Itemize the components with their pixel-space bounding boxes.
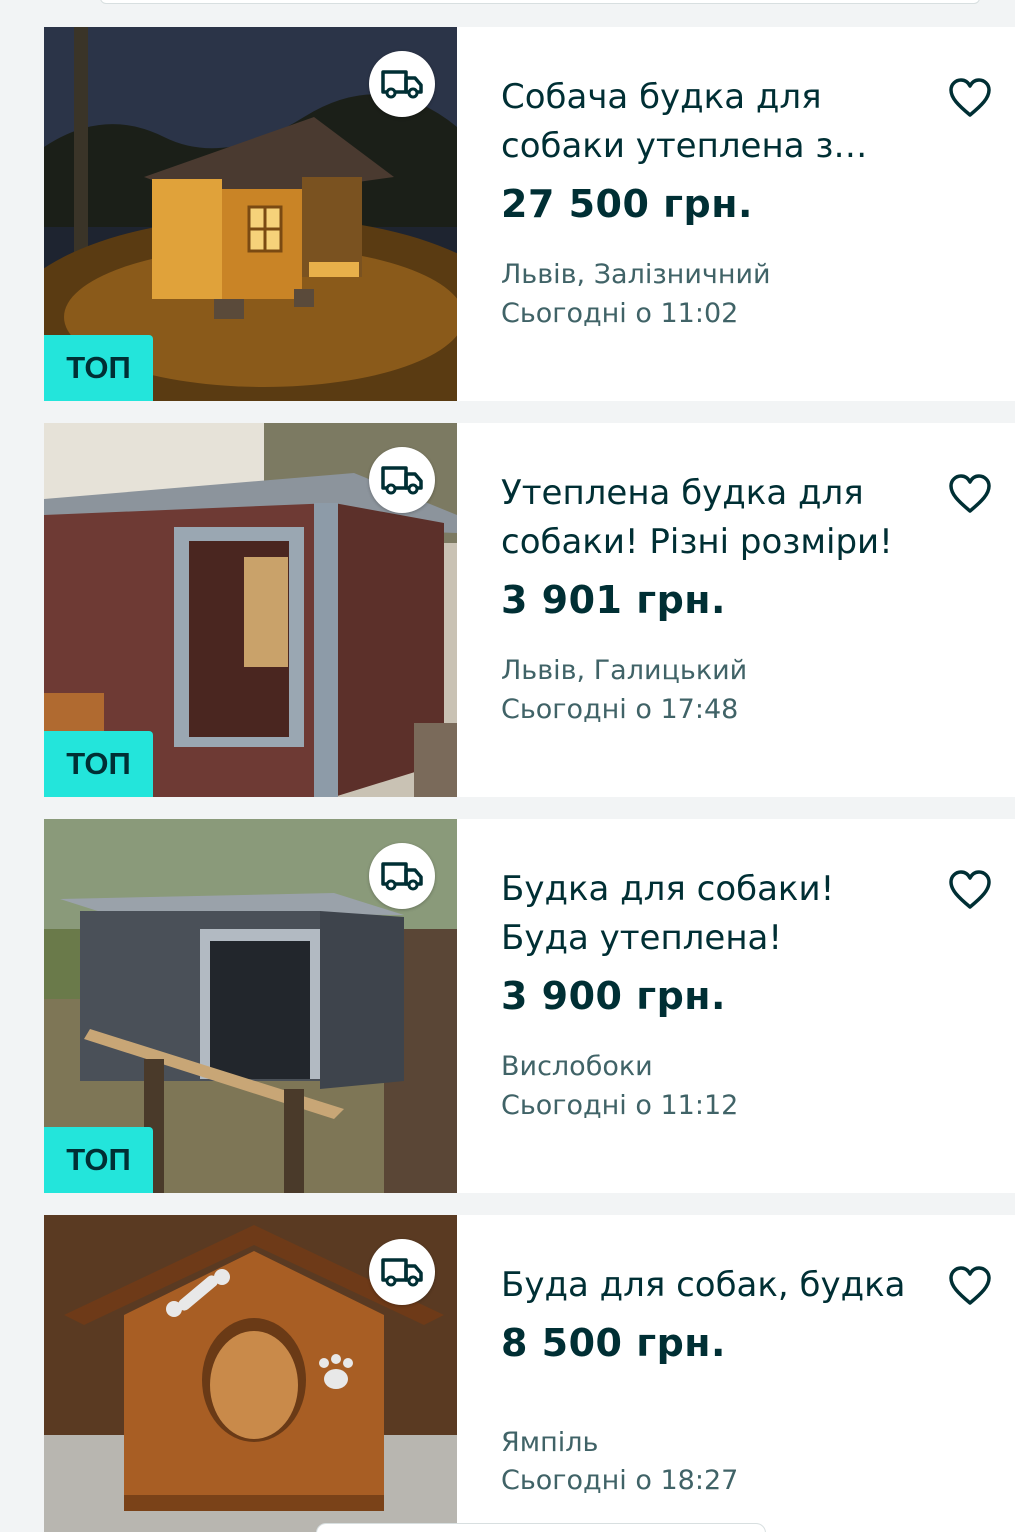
listing-location: Львів, Галицький [501, 655, 748, 686]
listing-date: Сьогодні о 11:02 [501, 298, 739, 329]
listing-card[interactable]: ТОП Утеплена будка для собаки! Різні роз… [44, 423, 1015, 797]
heart-icon[interactable] [948, 869, 992, 911]
truck-icon [381, 1258, 423, 1287]
listing-title[interactable]: Собача будка для собаки утеплена з… [501, 73, 931, 171]
delivery-badge [369, 447, 435, 513]
listing-price: 3 900 грн. [501, 974, 726, 1018]
listing-title[interactable]: Будка для собаки! Буда утеплена! [501, 865, 931, 963]
listing-title[interactable]: Утеплена будка для собаки! Різні розміри… [501, 469, 931, 567]
listing-card[interactable]: ТОП Собача будка для собаки утеплена з… … [44, 27, 1015, 401]
top-badge: ТОП [44, 335, 153, 401]
listing-photo[interactable]: ТОП [44, 27, 457, 401]
listing-price: 8 500 грн. [501, 1321, 726, 1365]
listing-price: 3 901 грн. [501, 578, 726, 622]
listing-title[interactable]: Буда для собак, будка [501, 1261, 931, 1310]
listing-date: Сьогодні о 17:48 [501, 694, 739, 725]
listing-photo[interactable]: ТОП [44, 423, 457, 797]
listing-location: Ямпіль [501, 1427, 599, 1458]
listing-photo[interactable]: ТОП [44, 819, 457, 1193]
listing-location: Вислобоки [501, 1051, 653, 1082]
delivery-badge [369, 843, 435, 909]
delivery-badge [369, 51, 435, 117]
top-badge: ТОП [44, 1127, 153, 1193]
search-bar-edge [100, 0, 980, 4]
delivery-badge [369, 1239, 435, 1305]
truck-icon [381, 466, 423, 495]
listing-card[interactable]: Буда для собак, будка 8 500 грн. Ямпіль … [44, 1215, 1015, 1532]
listing-info: Буда для собак, будка 8 500 грн. Ямпіль … [501, 1215, 1015, 1532]
bottom-bar-edge [316, 1523, 766, 1532]
heart-icon[interactable] [948, 77, 992, 119]
listing-info: Собача будка для собаки утеплена з… 27 5… [501, 27, 1015, 401]
listing-price: 27 500 грн. [501, 182, 753, 226]
truck-icon [381, 70, 423, 99]
listing-location: Львів, Залізничний [501, 259, 771, 290]
truck-icon [381, 862, 423, 891]
heart-icon[interactable] [948, 1265, 992, 1307]
listing-info: Будка для собаки! Буда утеплена! 3 900 г… [501, 819, 1015, 1193]
listing-date: Сьогодні о 18:27 [501, 1465, 739, 1496]
listing-date: Сьогодні о 11:12 [501, 1090, 739, 1121]
listing-card[interactable]: ТОП Будка для собаки! Буда утеплена! 3 9… [44, 819, 1015, 1193]
listing-info: Утеплена будка для собаки! Різні розміри… [501, 423, 1015, 797]
heart-icon[interactable] [948, 473, 992, 515]
listing-photo[interactable] [44, 1215, 457, 1532]
top-badge: ТОП [44, 731, 153, 797]
